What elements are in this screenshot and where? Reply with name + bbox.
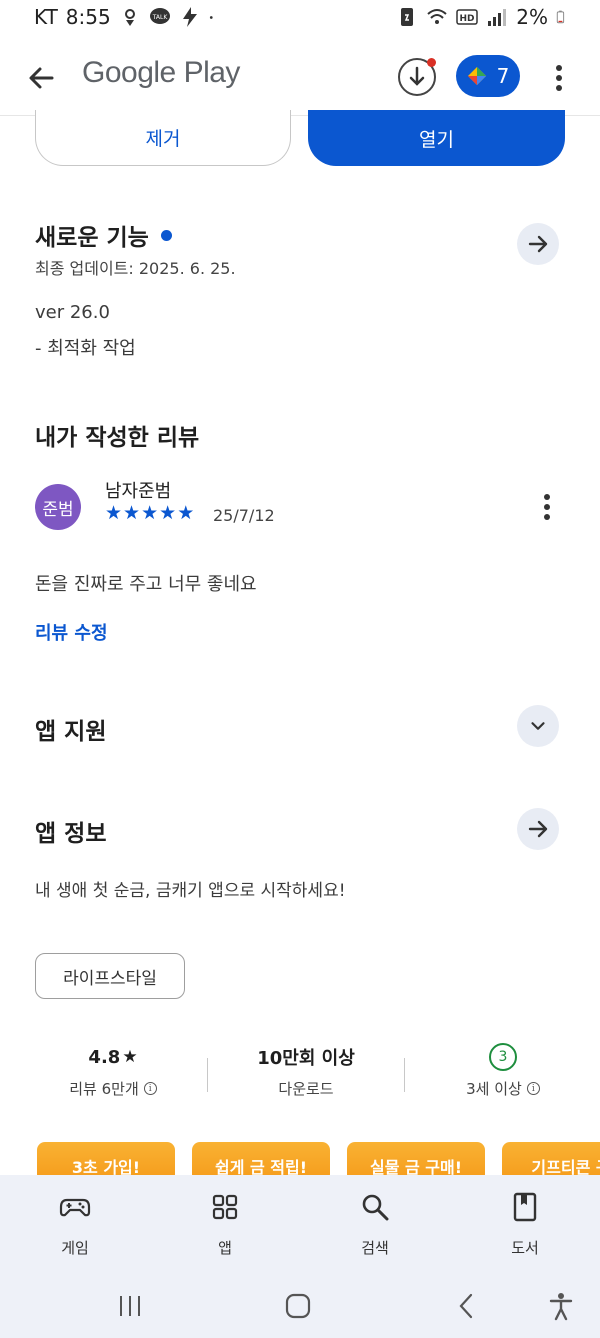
star-icon: ★ (123, 502, 141, 524)
nav-label-games: 게임 (61, 1239, 89, 1257)
review-count: 리뷰 6만개 (69, 1080, 139, 1098)
app-description: 내 생애 첫 순금, 금캐기 앱으로 시작하세요! (35, 881, 346, 901)
back-arrow-icon[interactable] (22, 58, 62, 98)
wifi-icon (427, 9, 447, 24)
review-date: 25/7/12 (213, 506, 275, 525)
hd-icon: HD (456, 9, 479, 25)
star-icon: ★ (141, 502, 159, 524)
sim-icon (401, 8, 414, 26)
last-updated-text: 최종 업데이트: 2025. 6. 25. (35, 259, 236, 278)
battery-icon (556, 10, 565, 24)
talk-icon: TALK (149, 8, 170, 24)
age-badge: 3 (489, 1043, 517, 1071)
system-navigation-bar (0, 1273, 600, 1338)
system-back-icon[interactable] (452, 1291, 482, 1321)
google-play-logo: Google Play (82, 56, 240, 89)
release-note-text: - 최적화 작업 (35, 338, 136, 359)
status-right: HD 2% (396, 5, 570, 29)
open-button[interactable]: 열기 (308, 110, 565, 166)
nav-label-search: 검색 (361, 1239, 389, 1257)
svg-text:TALK: TALK (151, 14, 168, 21)
signal-icon (488, 9, 507, 26)
search-icon (362, 1194, 389, 1221)
app-support-title[interactable]: 앱 지원 (35, 712, 107, 746)
arrow-forward-icon (528, 820, 548, 838)
download-badge-dot (427, 58, 436, 67)
screenshot-carousel[interactable]: 3초 가입! 쉽게 금 적립! 실물 금 구매! 기프티콘 구 (0, 1142, 600, 1176)
downloads-value: 10만회 이상 (257, 1048, 355, 1069)
nav-item-games[interactable]: 게임 (25, 1191, 125, 1258)
app-support-expand-button[interactable] (517, 705, 559, 747)
category-chip[interactable]: 라이프스타일 (35, 953, 185, 999)
rating-stat[interactable]: 4.8 ★ 리뷰 6만개 i (38, 1042, 188, 1099)
download-button[interactable] (398, 58, 436, 96)
play-points-chip[interactable]: 7 (456, 55, 520, 97)
app-stats: 4.8 ★ 리뷰 6만개 i 10만회 이상 다운로드 3 3세 이상 i (0, 1042, 600, 1112)
top-app-bar: Google Play 7 (0, 40, 600, 116)
recent-apps-icon[interactable] (115, 1291, 145, 1321)
screenshot-card[interactable]: 실물 금 구매! (347, 1142, 485, 1176)
install-actions: 제거 열기 (0, 110, 600, 168)
star-icon: ★ (122, 1047, 138, 1067)
screenshot-card[interactable]: 3초 가입! (37, 1142, 175, 1176)
battery-percent: 2% (516, 5, 548, 29)
nav-label-apps: 앱 (218, 1239, 232, 1257)
new-indicator-dot (160, 230, 172, 241)
star-icon: ★ (105, 502, 123, 524)
version-text: ver 26.0 (35, 302, 110, 323)
home-icon[interactable] (283, 1291, 313, 1321)
svg-text:HD: HD (460, 14, 475, 24)
remove-button[interactable]: 제거 (35, 110, 291, 166)
apps-grid-icon (212, 1194, 238, 1220)
review-text: 돈을 진짜로 주고 너무 좋네요 (35, 574, 257, 595)
whats-new-title: 새로운 기능 (35, 218, 172, 252)
info-icon: i (526, 1082, 540, 1095)
points-diamond-icon (467, 67, 486, 85)
whats-new-title-text: 새로운 기능 (35, 225, 149, 251)
dot-icon (209, 16, 213, 19)
rating-value: 4.8 (88, 1046, 121, 1068)
more-vert-icon[interactable] (546, 60, 572, 96)
stat-divider (207, 1058, 208, 1092)
downloads-label: 다운로드 (278, 1080, 334, 1098)
book-icon (513, 1192, 537, 1222)
carrier-label: KT (34, 5, 58, 29)
arrow-forward-icon (528, 235, 548, 253)
nav-item-apps[interactable]: 앱 (175, 1191, 275, 1258)
status-bar: KT 8:55 TALK HD 2% (0, 0, 600, 36)
chevron-down-icon (531, 722, 545, 730)
downloads-stat: 10만회 이상 다운로드 (231, 1042, 381, 1099)
app-info-arrow-button[interactable] (517, 808, 559, 850)
app-info-title: 앱 정보 (35, 821, 107, 847)
bolt-icon (182, 7, 197, 27)
notification-icon (124, 9, 135, 26)
my-review-title: 내가 작성한 리뷰 (35, 425, 200, 451)
whats-new-arrow-button[interactable] (517, 223, 559, 265)
avatar: 준범 (35, 484, 81, 530)
points-count: 7 (496, 64, 510, 88)
more-vert-icon[interactable] (533, 490, 561, 526)
review-stars: ★ ★ ★ ★ ★ (105, 502, 194, 524)
edit-review-link[interactable]: 리뷰 수정 (35, 619, 108, 645)
info-icon: i (143, 1082, 157, 1095)
gamepad-icon (59, 1198, 91, 1217)
nav-label-books: 도서 (511, 1239, 539, 1257)
screenshot-card[interactable]: 쉽게 금 적립! (192, 1142, 330, 1176)
nav-item-search[interactable]: 검색 (325, 1191, 425, 1258)
stat-divider (404, 1058, 405, 1092)
status-left: KT 8:55 TALK (34, 5, 219, 29)
nav-item-books[interactable]: 도서 (475, 1191, 575, 1258)
bottom-navigation: 게임 앱 검색 도서 (0, 1175, 600, 1273)
age-label: 3세 이상 (466, 1080, 522, 1098)
age-rating-stat[interactable]: 3 3세 이상 i (428, 1042, 578, 1099)
screenshot-card[interactable]: 기프티콘 구 (502, 1142, 600, 1176)
reviewer-name: 남자준범 (105, 481, 172, 502)
star-icon: ★ (177, 502, 195, 524)
clock: 8:55 (65, 5, 111, 29)
star-icon: ★ (159, 502, 177, 524)
accessibility-icon[interactable] (546, 1291, 576, 1321)
